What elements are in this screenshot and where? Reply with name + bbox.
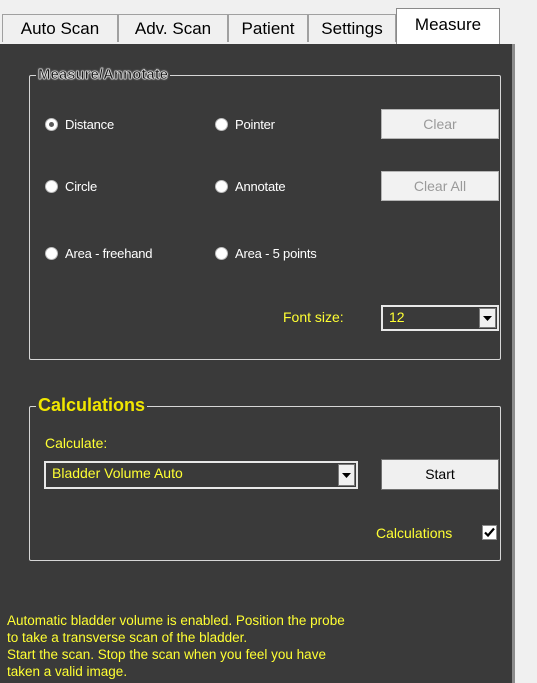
calculate-value: Bladder Volume Auto [52, 465, 183, 481]
radio-circle[interactable]: Circle [45, 179, 97, 194]
status-line: to take a transverse scan of the bladder… [7, 630, 248, 645]
calculations-checkbox-label: Calculations [376, 525, 453, 541]
tab-settings[interactable]: Settings [308, 14, 396, 42]
measure-annotate-title: Measure/Annotate [36, 66, 171, 83]
start-button[interactable]: Start [381, 459, 499, 490]
radio-pointer-indicator[interactable] [215, 118, 228, 131]
status-line: Start the scan. Stop the scan when you f… [7, 647, 326, 662]
status-message: Automatic bladder volume is enabled. Pos… [7, 612, 467, 680]
radio-area-5-points[interactable]: Area - 5 points [215, 246, 317, 261]
calculations-title: Calculations [36, 395, 148, 416]
clear-button[interactable]: Clear [381, 109, 499, 139]
radio-area-5-points-indicator[interactable] [215, 247, 228, 260]
font-size-select[interactable]: 12 [381, 305, 499, 331]
radio-area-freehand[interactable]: Area - freehand [45, 246, 153, 261]
font-size-value: 12 [389, 309, 405, 325]
radio-annotate-indicator[interactable] [215, 180, 228, 193]
radio-distance[interactable]: Distance [45, 117, 114, 132]
calculate-label: Calculate: [45, 435, 108, 451]
tab-adv-scan[interactable]: Adv. Scan [118, 14, 228, 42]
status-line: Automatic bladder volume is enabled. Pos… [7, 613, 345, 628]
clear-all-button[interactable]: Clear All [381, 171, 499, 201]
radio-annotate-label: Annotate [235, 179, 286, 194]
radio-circle-label: Circle [65, 179, 98, 194]
calculate-select[interactable]: Bladder Volume Auto [44, 461, 358, 489]
status-line: taken a valid image. [7, 664, 128, 679]
radio-area-5-points-label: Area - 5 points [235, 246, 317, 261]
measure-annotate-group: Measure/Annotate Distance Pointer Clear … [29, 66, 501, 360]
radio-circle-indicator[interactable] [45, 180, 58, 193]
panel-edge [512, 44, 515, 683]
measure-panel: Measure/Annotate Distance Pointer Clear … [0, 44, 512, 683]
tab-measure[interactable]: Measure [396, 8, 500, 44]
radio-pointer-label: Pointer [235, 117, 275, 132]
radio-distance-label: Distance [65, 117, 114, 132]
tab-strip: Auto Scan Adv. Scan Patient Settings Mea… [0, 0, 537, 44]
font-size-label: Font size: [283, 309, 344, 325]
chevron-down-icon[interactable] [338, 464, 355, 486]
calculations-group: Calculations Calculate: Bladder Volume A… [29, 395, 501, 561]
radio-distance-indicator[interactable] [45, 118, 58, 131]
radio-pointer[interactable]: Pointer [215, 117, 275, 132]
radio-area-freehand-indicator[interactable] [45, 247, 58, 260]
checkmark-icon [484, 527, 495, 538]
tab-auto-scan[interactable]: Auto Scan [2, 14, 118, 42]
calculations-checkbox[interactable] [482, 525, 497, 540]
radio-area-freehand-label: Area - freehand [65, 246, 153, 261]
chevron-down-icon[interactable] [479, 308, 496, 328]
tab-patient[interactable]: Patient [228, 14, 308, 42]
radio-annotate[interactable]: Annotate [215, 179, 286, 194]
